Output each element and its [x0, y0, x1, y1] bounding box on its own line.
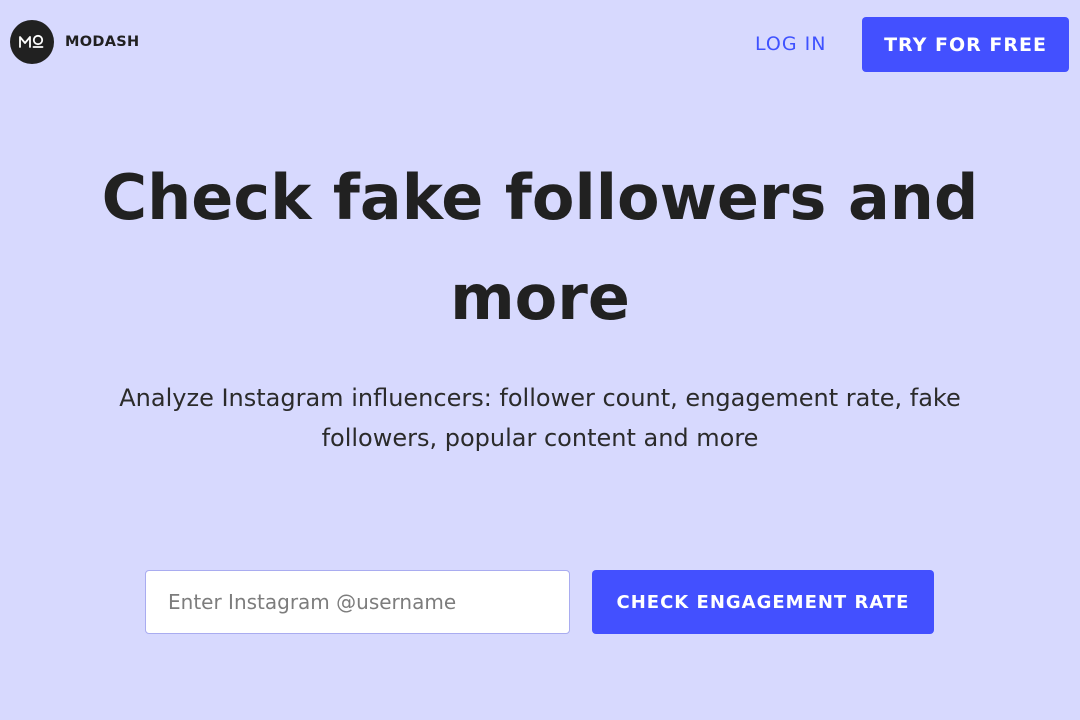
try-for-free-button[interactable]: TRY FOR FREE [862, 17, 1069, 72]
logo-mo-glyph [19, 34, 44, 48]
check-engagement-rate-button[interactable]: CHECK ENGAGEMENT RATE [592, 570, 934, 634]
page-title: Check fake followers and more [101, 161, 979, 334]
instagram-username-input[interactable] [145, 570, 570, 634]
page-subtitle: Analyze Instagram influencers: follower … [119, 384, 961, 452]
login-link[interactable]: LOG IN [755, 33, 826, 55]
modash-logo[interactable]: MODASH [10, 20, 139, 64]
site-header: MODASH LOG IN TRY FOR FREE [0, 0, 1080, 88]
logo-wordmark: MODASH [65, 34, 140, 50]
modash-logo-icon [10, 20, 54, 64]
